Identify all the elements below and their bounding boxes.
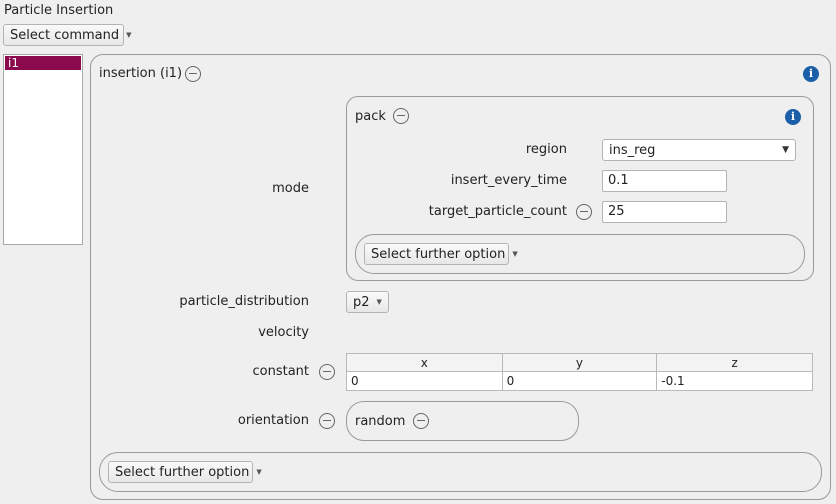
caret-down-icon: ▼: [782, 145, 789, 155]
insert-every-time-label: insert_every_time: [450, 173, 567, 188]
insertion-further-options-area: Select further option ▼: [99, 452, 822, 492]
particle-distribution-value: p2: [353, 294, 370, 310]
remove-random-icon[interactable]: [413, 413, 429, 429]
constant-x-cell[interactable]: 0: [346, 371, 503, 391]
orientation-panel: random: [346, 401, 579, 441]
select-further-option-button[interactable]: Select further option ▼: [108, 461, 262, 483]
info-icon[interactable]: i: [785, 109, 801, 125]
column-header-y: y: [501, 353, 658, 372]
caret-down-icon: ▼: [512, 250, 518, 258]
pack-further-options-area: Select further option ▼: [355, 234, 805, 274]
particle-distribution-label: particle_distribution: [179, 294, 309, 309]
column-header-z: z: [656, 353, 813, 372]
insertion-title: insertion (i1): [99, 66, 183, 81]
mode-label: mode: [272, 181, 309, 196]
region-select[interactable]: ins_reg ▼: [602, 139, 796, 161]
velocity-label: velocity: [258, 325, 309, 340]
insertion-panel: insertion (i1) i mode pack i region ins_…: [90, 54, 831, 500]
target-particle-count-label: target_particle_count: [428, 204, 567, 219]
remove-constant-icon[interactable]: [319, 364, 335, 380]
pack-further-option-label: Select further option: [371, 246, 506, 262]
pack-select-further-option-button[interactable]: Select further option ▼: [364, 243, 518, 265]
caret-down-icon: ▼: [376, 298, 382, 306]
region-value: ins_reg: [609, 142, 656, 158]
target-particle-count-input[interactable]: 25: [602, 201, 727, 223]
constant-z-cell[interactable]: -0.1: [656, 371, 813, 391]
caret-down-icon: ▼: [126, 31, 132, 39]
collapse-insertion-icon[interactable]: [185, 66, 201, 82]
insert-every-time-input[interactable]: 0.1: [602, 170, 727, 192]
pack-panel: pack i region ins_reg ▼ insert_every_tim…: [346, 96, 814, 281]
region-label: region: [525, 142, 567, 157]
orientation-value: random: [355, 414, 406, 429]
list-item-i1[interactable]: i1: [5, 56, 81, 70]
collapse-pack-icon[interactable]: [393, 108, 409, 124]
page-title: Particle Insertion: [4, 3, 114, 18]
constant-y-cell[interactable]: 0: [501, 371, 658, 391]
pack-title: pack: [355, 109, 386, 124]
select-command-button[interactable]: Select command ▼: [3, 24, 132, 46]
remove-orientation-icon[interactable]: [319, 413, 335, 429]
caret-down-icon: ▼: [256, 468, 262, 476]
instance-list[interactable]: i1: [3, 54, 83, 245]
column-header-x: x: [346, 353, 503, 372]
remove-target-particle-count-icon[interactable]: [576, 204, 592, 220]
particle-distribution-select[interactable]: p2 ▼: [346, 291, 389, 313]
constant-vector-table: x y z 0 0 -0.1: [346, 353, 813, 391]
info-icon[interactable]: i: [803, 66, 819, 82]
further-option-label: Select further option: [115, 464, 250, 480]
constant-label: constant: [252, 364, 309, 379]
select-command-label: Select command: [10, 27, 120, 43]
orientation-label: orientation: [237, 413, 309, 428]
